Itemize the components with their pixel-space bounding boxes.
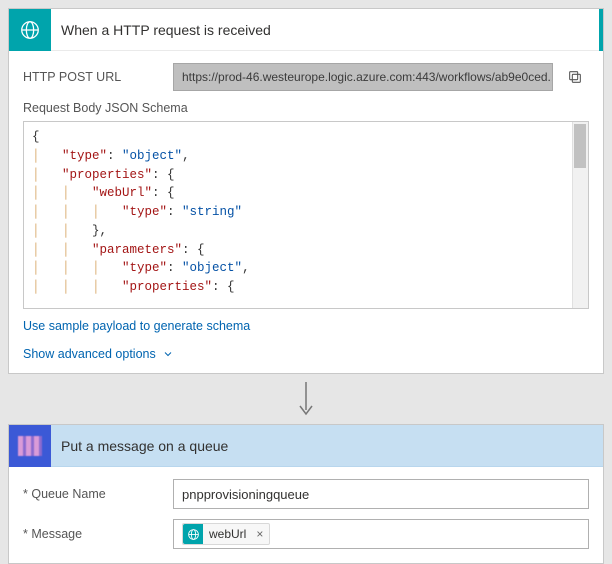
action-card: Put a message on a queue Queue Name pnpp… [8,424,604,564]
scrollbar-thumb[interactable] [574,124,586,168]
show-advanced-options-label: Show advanced options [23,347,156,361]
queue-name-value: pnpprovisioningqueue [182,487,309,502]
http-post-url-field[interactable]: https://prod-46.westeurope.logic.azure.c… [173,63,553,91]
chevron-down-icon [162,348,174,360]
connector-arrow [8,374,604,424]
action-header[interactable]: Put a message on a queue [9,425,603,467]
show-advanced-options-link[interactable]: Show advanced options [23,347,174,361]
message-label: Message [23,527,173,541]
scrollbar-track[interactable] [572,122,588,308]
remove-token-button[interactable]: × [252,527,263,541]
queue-icon [9,425,51,467]
http-post-url-label: HTTP POST URL [23,70,173,84]
token-label: webUrl [209,527,246,541]
action-title: Put a message on a queue [51,438,228,454]
schema-label: Request Body JSON Schema [23,101,589,115]
trigger-title: When a HTTP request is received [51,22,271,38]
use-sample-payload-link[interactable]: Use sample payload to generate schema [23,319,250,333]
message-input[interactable]: webUrl × [173,519,589,549]
copy-url-button[interactable] [561,63,589,91]
queue-name-label: Queue Name [23,487,173,501]
trigger-header[interactable]: When a HTTP request is received [9,9,603,51]
dynamic-content-token[interactable]: webUrl × [182,523,270,545]
trigger-card: When a HTTP request is received HTTP POS… [8,8,604,374]
queue-name-input[interactable]: pnpprovisioningqueue [173,479,589,509]
schema-editor[interactable]: {│ "type": "object",│ "properties": {│ │… [23,121,589,309]
use-sample-payload-label: Use sample payload to generate schema [23,319,250,333]
http-request-icon [9,9,51,51]
globe-icon [183,524,203,544]
